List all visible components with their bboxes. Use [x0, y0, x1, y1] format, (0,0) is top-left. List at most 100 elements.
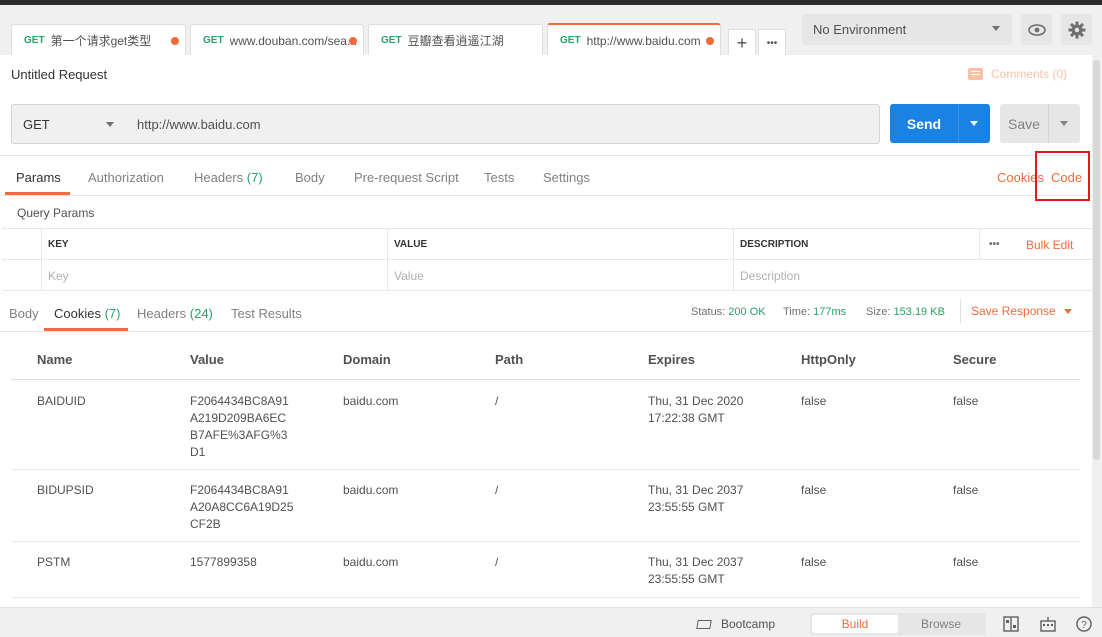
tab-headers[interactable]: Headers (7) [194, 170, 263, 185]
tab-authorization[interactable]: Authorization [88, 170, 164, 185]
unsaved-dot-icon [349, 37, 357, 45]
response-headers-count: (24) [189, 306, 213, 321]
params-header-row: KEY VALUE DESCRIPTION ••• Bulk Edit [2, 229, 1092, 260]
cookie-expires: Thu, 31 Dec 2037 23:55:55 GMT [648, 483, 744, 514]
table-row: BAIDUID F2064434BC8A91A219D209BA6ECB7AFE… [11, 381, 1080, 470]
method-value: GET [23, 116, 50, 132]
comments-label: Comments (0) [991, 67, 1068, 81]
tab-title: 第一个请求get类型 [50, 34, 152, 48]
highlight-annotation-box [1035, 151, 1090, 201]
request-tab-bar: GET 第一个请求get类型 GET www.douban.com/sea...… [0, 5, 796, 57]
cookie-path: / [495, 483, 499, 497]
build-tab[interactable]: Build [812, 615, 898, 633]
two-pane-view-icon[interactable] [1003, 616, 1019, 632]
query-params-title: Query Params [17, 206, 95, 220]
request-title[interactable]: Untitled Request [11, 67, 107, 82]
headers-count: (7) [246, 170, 263, 185]
save-response-button[interactable]: Save Response [971, 304, 1072, 318]
column-header-secure: Secure [953, 352, 997, 367]
tab-more-button[interactable]: ••• [758, 29, 786, 57]
url-value: http://www.baidu.com [137, 116, 261, 132]
unsaved-dot-icon [171, 37, 179, 45]
environment-selected: No Environment [813, 22, 907, 37]
send-label: Send [906, 115, 942, 132]
tab-settings[interactable]: Settings [543, 170, 590, 185]
cookie-name: BAIDUID [37, 394, 86, 408]
request-tabs: Params Authorization Headers (7) Body Pr… [0, 155, 1092, 196]
method-select[interactable]: GET [11, 104, 128, 144]
save-divider [1048, 104, 1049, 143]
request-panel: Untitled Request Comments (0) GET http:/… [0, 55, 1092, 607]
response-tab-cookies[interactable]: Cookies (7) [54, 306, 120, 321]
response-tab-headers[interactable]: Headers (24) [137, 306, 213, 321]
url-input[interactable]: http://www.baidu.com [127, 104, 880, 144]
comments-button[interactable]: Comments (0) [968, 67, 1067, 81]
settings-button[interactable] [1061, 14, 1092, 45]
column-header-expires: Expires [648, 352, 695, 367]
chevron-down-icon [1063, 309, 1072, 315]
value-column-header: VALUE [387, 229, 733, 260]
chevron-down-icon [106, 122, 114, 127]
cookie-httponly: false [801, 394, 827, 408]
cookie-value: F2064434BC8A91A20A8CC6A19D25CF2B [190, 483, 294, 531]
cookie-secure: false [953, 555, 979, 569]
tab-params[interactable]: Params [16, 170, 61, 185]
save-options-chevron-icon[interactable] [1060, 121, 1068, 126]
save-button[interactable]: Save [1000, 104, 1080, 143]
tab-title: www.douban.com/sea... [229, 33, 357, 48]
tab-pre-request-script[interactable]: Pre-request Script [354, 170, 459, 185]
tab-title: http://www.baidu.com [586, 33, 701, 48]
value-input[interactable]: Value [387, 260, 733, 291]
send-button[interactable]: Send [890, 104, 990, 143]
send-divider [958, 104, 959, 143]
column-header-domain: Domain [343, 352, 391, 367]
chevron-down-icon [992, 26, 1000, 31]
response-size: Size: 153.19 KB [866, 306, 945, 318]
tab-title: 豆瓣查看逍遥江湖 [407, 34, 504, 48]
scrollbar-thumb[interactable] [1093, 60, 1100, 460]
request-tab-4-active[interactable]: GET http://www.baidu.com [547, 23, 721, 56]
request-tab-1[interactable]: GET 第一个请求get类型 [11, 24, 186, 56]
column-header-path: Path [495, 352, 524, 367]
bootcamp-button[interactable]: Bootcamp [696, 617, 776, 631]
tab-method: GET [560, 35, 581, 46]
graduation-cap-icon [696, 619, 712, 629]
environment-quick-look-button[interactable] [1021, 14, 1052, 45]
request-tab-2[interactable]: GET www.douban.com/sea... [190, 24, 364, 56]
params-more-button[interactable]: ••• [979, 229, 1019, 260]
cookie-path: / [495, 394, 499, 408]
environment-select[interactable]: No Environment [802, 14, 1012, 45]
active-tab-underline [5, 192, 70, 195]
browse-tab[interactable]: Browse [898, 615, 984, 633]
request-tab-3[interactable]: GET 豆瓣查看逍遥江湖 [368, 24, 543, 56]
description-input[interactable]: Description [733, 260, 1092, 291]
key-input[interactable]: Key [41, 260, 388, 291]
tab-method: GET [381, 35, 402, 46]
tab-tests[interactable]: Tests [484, 170, 514, 185]
cookie-path: / [495, 555, 499, 569]
build-browse-toggle: Build Browse [810, 613, 986, 635]
tab-method: GET [203, 35, 224, 46]
response-tab-body[interactable]: Body [9, 306, 39, 321]
cookie-secure: false [953, 394, 979, 408]
cookie-value: F2064434BC8A91A219D209BA6ECB7AFE%3AFG%3D… [190, 394, 289, 459]
cookie-expires: Thu, 31 Dec 2037 23:55:55 GMT [648, 555, 744, 586]
tab-body[interactable]: Body [295, 170, 325, 185]
divider [960, 299, 961, 323]
response-tabs: Body Cookies (7) Headers (24) Test Resul… [0, 291, 1092, 332]
params-empty-row: Key Value Description [2, 260, 1092, 291]
send-options-chevron-icon[interactable] [970, 121, 978, 126]
cookies-count: (7) [104, 306, 121, 321]
save-label: Save [1008, 115, 1040, 132]
table-row: PSTM 1577899358 baidu.com / Thu, 31 Dec … [11, 542, 1080, 598]
new-tab-button[interactable]: + [728, 29, 756, 57]
help-icon[interactable]: ? [1076, 616, 1092, 632]
key-column-header: KEY [41, 229, 388, 260]
response-tab-test-results[interactable]: Test Results [231, 306, 302, 321]
active-response-tab-underline [44, 328, 128, 331]
bulk-edit-link[interactable]: Bulk Edit [1019, 229, 1092, 260]
cookie-httponly: false [801, 483, 827, 497]
keyboard-shortcuts-icon[interactable] [1040, 616, 1056, 632]
cookie-value: 1577899358 [190, 555, 257, 569]
bootcamp-label: Bootcamp [721, 617, 776, 631]
